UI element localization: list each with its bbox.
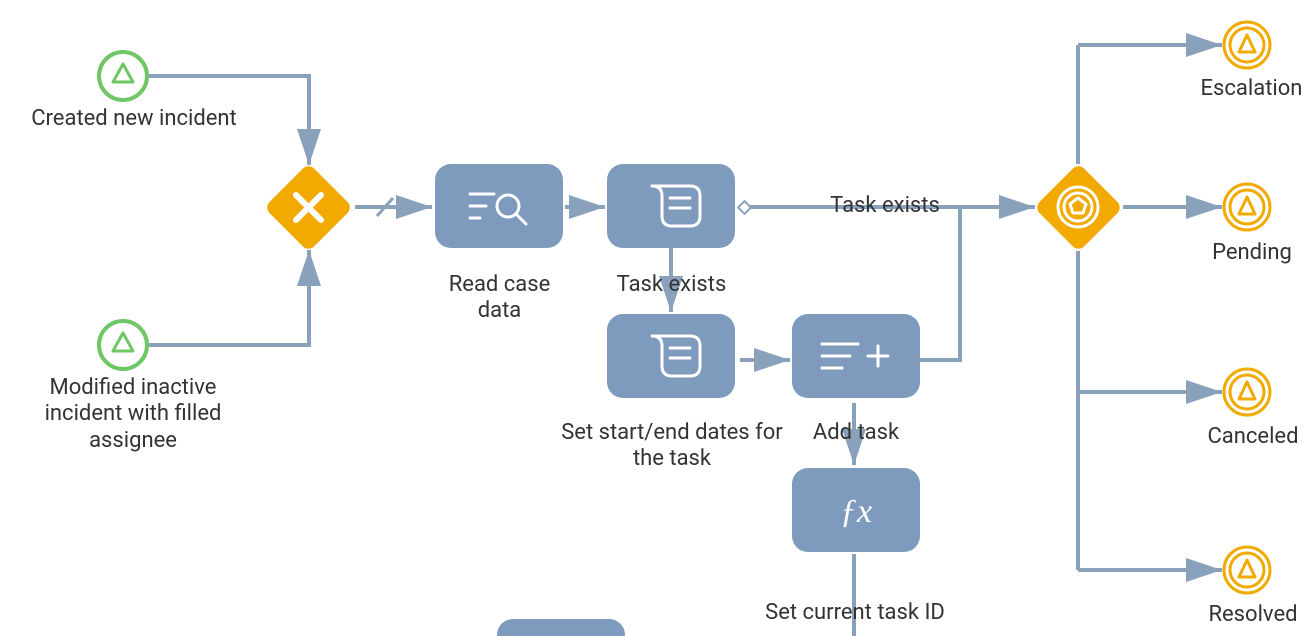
task-read-case[interactable] — [435, 164, 563, 248]
event-escalation[interactable] — [1224, 22, 1270, 68]
event-pending[interactable] — [1224, 184, 1270, 230]
task-partial-bottom[interactable] — [497, 619, 625, 636]
task-set-current-task-id[interactable]: ƒx — [792, 468, 920, 552]
task-set-dates[interactable] — [607, 314, 735, 398]
gateway-complex[interactable] — [1034, 163, 1123, 252]
task-task-exists[interactable] — [607, 164, 735, 248]
event-canceled[interactable] — [1224, 369, 1270, 415]
start-event-created[interactable] — [99, 52, 147, 100]
start-event-modified[interactable] — [99, 321, 147, 369]
task-add-task[interactable] — [792, 314, 920, 398]
svg-text:ƒx: ƒx — [840, 493, 872, 530]
bpmn-diagram: ƒx — [0, 0, 1308, 636]
gateway-exclusive[interactable] — [264, 163, 353, 252]
event-resolved[interactable] — [1224, 547, 1270, 593]
